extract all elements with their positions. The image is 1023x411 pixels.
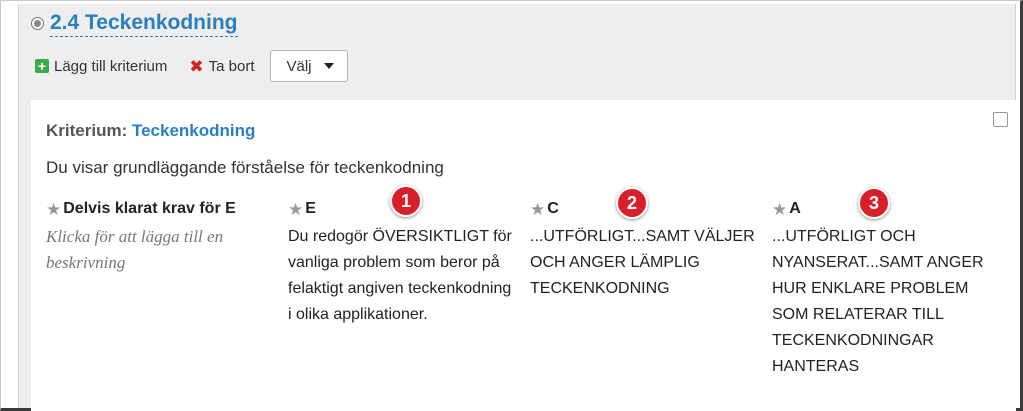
radio-icon[interactable]: [31, 16, 44, 30]
callout-badge-2: 2: [616, 187, 648, 219]
select-label: Välj: [286, 57, 312, 75]
criterion-checkbox[interactable]: [993, 112, 1008, 127]
x-icon: ✖: [189, 56, 204, 76]
remove-label: Ta bort: [208, 57, 255, 75]
criterion-description: Du visar grundläggande förståelse för te…: [46, 158, 444, 177]
criterion-card: Kriterium: Teckenkodning Du visar grundl…: [31, 100, 1016, 411]
remove-button[interactable]: ✖ Ta bort: [189, 58, 254, 75]
level-column-partial-e: ★ Delvis klarat krav för E Klicka för at…: [46, 198, 271, 276]
level-description[interactable]: ...UTFÖRLIGT OCH NYANSERAT...SAMT ANGER …: [772, 224, 1002, 380]
section-title[interactable]: 2.4 Teckenkodning: [50, 10, 238, 37]
plus-square-icon: +: [35, 59, 49, 73]
criterion-prefix: Kriterium:: [46, 121, 128, 140]
star-icon: ★: [46, 199, 62, 219]
star-icon: ★: [530, 199, 546, 219]
callout-badge-1: 1: [390, 185, 422, 217]
level-heading-label: E: [305, 200, 316, 217]
select-dropdown[interactable]: Välj: [270, 50, 349, 82]
level-description-placeholder[interactable]: Klicka för att lägga till en beskrivning: [46, 224, 271, 276]
add-criterion-label: Lägg till kriterium: [54, 57, 168, 75]
star-icon: ★: [772, 199, 788, 219]
level-description[interactable]: ...UTFÖRLIGT...SAMT VÄLJER OCH ANGER LÄM…: [530, 224, 762, 302]
level-column-e: ★ E Du redogör ÖVERSIKTLIGT för vanliga …: [288, 198, 513, 328]
level-heading-label: A: [789, 200, 801, 217]
level-column-c: ★ C ...UTFÖRLIGT...SAMT VÄLJER OCH ANGER…: [530, 198, 762, 302]
caret-down-icon: [324, 63, 335, 69]
toolbar: + Lägg till kriterium ✖ Ta bort Välj: [35, 50, 349, 82]
callout-badge-3: 3: [858, 187, 890, 219]
level-description[interactable]: Du redogör ÖVERSIKTLIGT för vanliga prob…: [288, 224, 513, 328]
level-heading-label: C: [547, 200, 559, 217]
star-icon: ★: [288, 199, 304, 219]
level-column-a: ★ A ...UTFÖRLIGT OCH NYANSERAT...SAMT AN…: [772, 198, 1002, 380]
level-heading-label: Delvis klarat krav för E: [63, 200, 236, 217]
criterion-heading: Kriterium: Teckenkodning: [46, 121, 255, 141]
section-header: 2.4 Teckenkodning: [31, 8, 238, 38]
level-heading: ★ Delvis klarat krav för E: [46, 198, 271, 220]
add-criterion-button[interactable]: + Lägg till kriterium: [35, 58, 167, 75]
criterion-name[interactable]: Teckenkodning: [132, 121, 255, 140]
